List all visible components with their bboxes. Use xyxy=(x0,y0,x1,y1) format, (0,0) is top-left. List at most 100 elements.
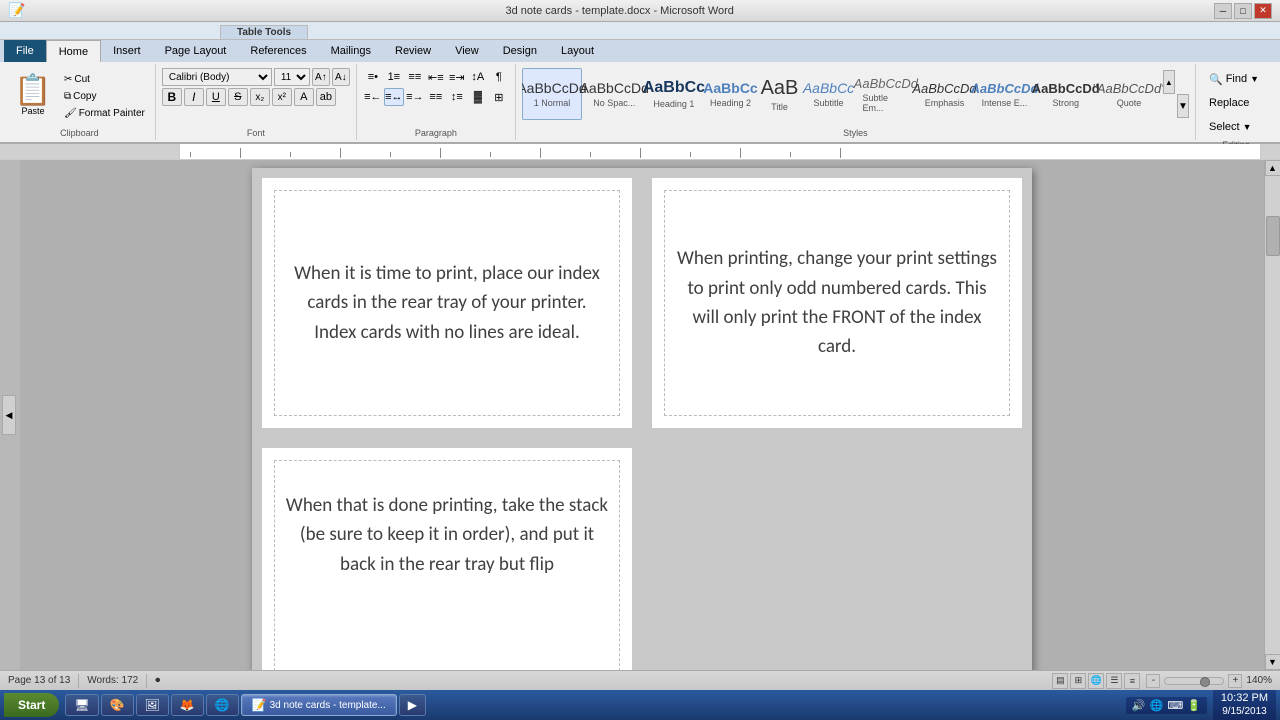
card-paper-2[interactable]: When printing, change your print setting… xyxy=(652,178,1022,428)
style-emphasis[interactable]: AaBbCcDd Emphasis xyxy=(916,68,973,120)
style-normal[interactable]: AaBbCcDd 1 Normal xyxy=(522,68,582,120)
taskbar-app-4[interactable]: 🦊 xyxy=(171,694,204,716)
italic-button[interactable]: I xyxy=(184,88,204,106)
tab-layout[interactable]: Layout xyxy=(549,40,606,62)
show-marks-button[interactable]: ¶ xyxy=(489,68,509,86)
zoom-level: 140% xyxy=(1246,675,1272,686)
status-divider-1 xyxy=(78,674,79,688)
font-size-select[interactable]: 11 xyxy=(274,68,310,86)
tab-insert[interactable]: Insert xyxy=(101,40,153,62)
decrease-indent-button[interactable]: ⇤≡ xyxy=(426,68,446,86)
card-paper-3[interactable]: When that is done printing, take the sta… xyxy=(262,448,632,670)
maximize-button[interactable]: □ xyxy=(1234,3,1252,19)
tab-page-layout[interactable]: Page Layout xyxy=(153,40,239,62)
title-bar: 📝 3d note cards - template.docx - Micros… xyxy=(0,0,1280,22)
grow-font-button[interactable]: A↑ xyxy=(312,68,330,86)
borders-button[interactable]: ⊞ xyxy=(489,88,509,106)
vertical-scrollbar[interactable]: ▲ ▼ xyxy=(1264,160,1280,670)
zoom-out-btn[interactable]: - xyxy=(1146,674,1160,688)
style-heading1[interactable]: AaBbCc Heading 1 xyxy=(646,68,701,120)
bullets-button[interactable]: ≡• xyxy=(363,68,383,86)
line-spacing-button[interactable]: ↕≡ xyxy=(447,88,467,106)
paste-icon: 📋 xyxy=(14,76,51,106)
ribbon-tabs: File Home Insert Page Layout References … xyxy=(0,40,1280,62)
taskbar-app-1[interactable]: 🖥 xyxy=(65,694,98,716)
text-color-button[interactable]: A xyxy=(294,88,314,106)
multilevel-button[interactable]: ≡≡ xyxy=(405,68,425,86)
paste-button[interactable]: 📋 Paste xyxy=(10,68,56,124)
shading-button[interactable]: ▓ xyxy=(468,88,488,106)
taskbar-app-7[interactable]: ▶ xyxy=(399,694,426,716)
date-display: 9/15/2013 xyxy=(1222,706,1267,718)
find-button[interactable]: 🔍 Find ▼ xyxy=(1202,68,1266,90)
tab-file[interactable]: File xyxy=(4,40,46,62)
tab-review[interactable]: Review xyxy=(383,40,443,62)
sort-button[interactable]: ↕A xyxy=(468,68,488,86)
scroll-thumb[interactable] xyxy=(1266,216,1280,256)
numbering-button[interactable]: 1≡ xyxy=(384,68,404,86)
card-paper-1[interactable]: When it is time to print, place our inde… xyxy=(262,178,632,428)
card-cell-2: When printing, change your print setting… xyxy=(642,168,1032,438)
card-cell-3: When that is done printing, take the sta… xyxy=(252,438,642,670)
tab-design[interactable]: Design xyxy=(491,40,549,62)
select-button[interactable]: Select ▼ xyxy=(1202,116,1259,138)
doc-scroll-area: When it is time to print, place our inde… xyxy=(20,160,1264,670)
taskbar-app-5[interactable]: 🌐 xyxy=(206,694,239,716)
app2-icon: 🎨 xyxy=(110,698,125,712)
highlight-button[interactable]: ab xyxy=(316,88,336,106)
tray-icon-4: 🔋 xyxy=(1187,699,1201,712)
style-no-spacing[interactable]: AaBbCcDd No Spac... xyxy=(584,68,644,120)
system-tray: 🔊 🌐 ⌨ 🔋 xyxy=(1126,697,1207,714)
bold-button[interactable]: B xyxy=(162,88,182,106)
taskbar-app-3[interactable]: 🖼 xyxy=(136,694,169,716)
font-family-select[interactable]: Calibri (Body) xyxy=(162,68,272,86)
clock-area[interactable]: 10:32 PM 9/15/2013 xyxy=(1213,690,1276,719)
taskbar-app-2[interactable]: 🎨 xyxy=(101,694,134,716)
scroll-up-arrow[interactable]: ▲ xyxy=(1265,160,1280,176)
tab-home[interactable]: Home xyxy=(46,40,101,62)
superscript-button[interactable]: x² xyxy=(272,88,292,106)
scroll-down-arrow[interactable]: ▼ xyxy=(1265,654,1280,670)
tab-references[interactable]: References xyxy=(238,40,318,62)
align-right-button[interactable]: ≡→ xyxy=(405,88,425,106)
outline-btn[interactable]: ☰ xyxy=(1106,673,1122,689)
zoom-in-btn[interactable]: + xyxy=(1228,674,1242,688)
strikethrough-button[interactable]: S xyxy=(228,88,248,106)
shrink-font-button[interactable]: A↓ xyxy=(332,68,350,86)
paragraph-group: ≡• 1≡ ≡≡ ⇤≡ ≡⇥ ↕A ¶ ≡← ≡↔ ≡→ ≡≡ ↕≡ ▓ ⊞ P… xyxy=(357,64,516,140)
style-subtitle[interactable]: AaBbCc Subtitle xyxy=(802,68,856,120)
start-button[interactable]: Start xyxy=(4,693,59,717)
close-button[interactable]: ✕ xyxy=(1254,3,1272,19)
align-left-button[interactable]: ≡← xyxy=(363,88,383,106)
full-screen-btn[interactable]: ⊞ xyxy=(1070,673,1086,689)
font-group: Calibri (Body) 11 A↑ A↓ B I U S x₂ x² A … xyxy=(156,64,357,140)
web-layout-btn[interactable]: 🌐 xyxy=(1088,673,1104,689)
format-painter-button[interactable]: 🖌 Format Painter xyxy=(60,106,149,121)
align-center-button[interactable]: ≡↔ xyxy=(384,88,404,106)
style-title[interactable]: AaB Title xyxy=(760,68,800,120)
replace-button[interactable]: Replace xyxy=(1202,92,1256,114)
styles-scroll-up[interactable]: ▲ xyxy=(1163,70,1175,94)
style-intense-em[interactable]: AaBbCcDd Intense E... xyxy=(975,68,1034,120)
minimize-button[interactable]: ─ xyxy=(1214,3,1232,19)
increase-indent-button[interactable]: ≡⇥ xyxy=(447,68,467,86)
style-strong[interactable]: AaBbCcDd Strong xyxy=(1036,68,1095,120)
style-subtle-em[interactable]: AaBbCcDd Subtle Em... xyxy=(858,68,915,120)
tab-mailings[interactable]: Mailings xyxy=(319,40,383,62)
style-quote[interactable]: "AaBbCcDd" Quote xyxy=(1097,68,1160,120)
tab-view[interactable]: View xyxy=(443,40,491,62)
subscript-button[interactable]: x₂ xyxy=(250,88,270,106)
copy-button[interactable]: ⧉ Copy xyxy=(60,89,149,104)
cut-button[interactable]: ✂ Cut xyxy=(60,72,149,87)
draft-btn[interactable]: ≡ xyxy=(1124,673,1140,689)
styles-more-button[interactable]: ▼ xyxy=(1177,94,1189,118)
card-row-2: When that is done printing, take the sta… xyxy=(252,438,1032,670)
style-heading2[interactable]: AaBbCc Heading 2 xyxy=(704,68,758,120)
taskbar-word-app[interactable]: 📝 3d note cards - template... xyxy=(241,694,397,716)
styles-group: AaBbCcDd 1 Normal AaBbCcDd No Spac... Aa… xyxy=(516,64,1196,140)
print-layout-btn[interactable]: ▤ xyxy=(1052,673,1068,689)
left-margin-handle[interactable]: ◀ xyxy=(2,395,16,435)
underline-button[interactable]: U xyxy=(206,88,226,106)
justify-button[interactable]: ≡≡ xyxy=(426,88,446,106)
app7-icon: ▶ xyxy=(408,698,417,712)
